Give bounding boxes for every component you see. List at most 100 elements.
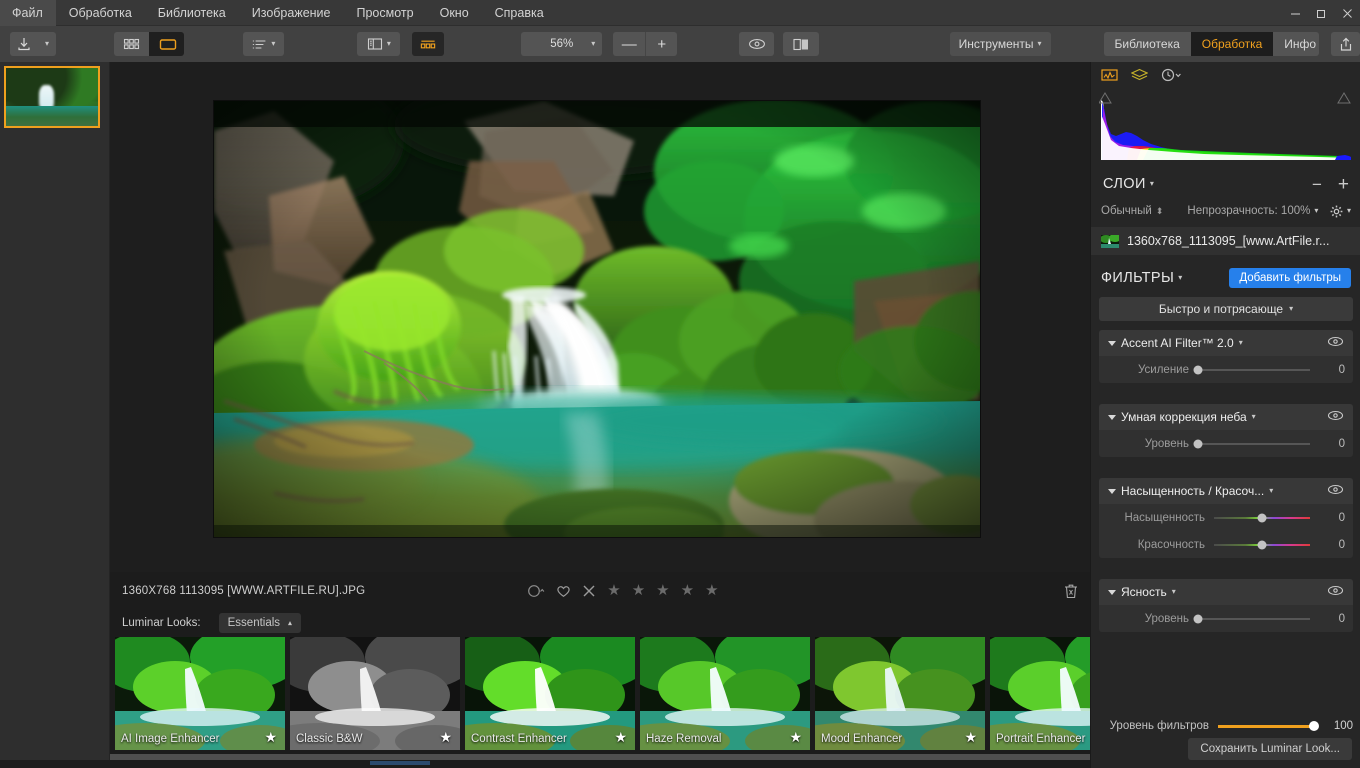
collapse-triangle-icon[interactable] (1108, 340, 1116, 346)
preview-toggle-button[interactable] (739, 32, 775, 56)
look-favorite-3[interactable]: ★ (789, 729, 802, 746)
edited-photo[interactable] (214, 101, 980, 537)
look-favorite-1[interactable]: ★ (439, 729, 452, 746)
filter-header-clarity[interactable]: Ясность ▾ (1099, 579, 1353, 605)
filter-menu-caret-icon[interactable]: ▾ (1252, 413, 1256, 421)
side-panel-button[interactable]: ▾ (357, 32, 401, 56)
compare-button[interactable] (783, 32, 819, 56)
reject-x-icon[interactable] (582, 584, 596, 598)
opacity-caret-icon[interactable]: ▾ (1314, 207, 1318, 215)
grid-view-icon[interactable] (114, 32, 150, 56)
blend-mode-value[interactable]: Обычный (1101, 205, 1152, 217)
menu-help[interactable]: Справка (482, 0, 557, 26)
menu-window[interactable]: Окно (427, 0, 482, 26)
filter-preset-dropdown[interactable]: Быстро и потрясающе ▾ (1099, 297, 1353, 321)
look-favorite-0[interactable]: ★ (264, 729, 277, 746)
filter-header-saturation-vibrance[interactable]: Насыщенность / Красоч... ▾ (1099, 478, 1353, 504)
filmstrip-button[interactable] (412, 32, 445, 56)
filters-level-knob[interactable] (1309, 721, 1319, 731)
opacity-label[interactable]: Непрозрачность: 100% (1187, 205, 1310, 217)
filmstrip-thumbnail-0[interactable] (4, 66, 100, 128)
histogram-icon[interactable] (1101, 68, 1118, 82)
import-dropdown-caret[interactable]: ▾ (38, 32, 56, 56)
layers-caret-icon[interactable]: ▾ (1150, 180, 1154, 188)
layers-stack-icon[interactable] (1131, 68, 1148, 82)
zoom-in-button[interactable]: + (645, 32, 678, 56)
zoom-level-select[interactable]: 56% ▾ (521, 32, 603, 56)
delete-photo-button[interactable] (1064, 583, 1078, 599)
look-favorite-4[interactable]: ★ (964, 729, 977, 746)
look-card-3[interactable]: Haze Removal ★ (640, 637, 810, 750)
menu-image[interactable]: Изображение (239, 0, 344, 26)
slider-track-saturation[interactable] (1214, 513, 1310, 522)
filters-caret-icon[interactable]: ▾ (1178, 274, 1182, 282)
star-3[interactable]: ★ (656, 583, 669, 598)
mode-info[interactable]: Инфо (1273, 32, 1320, 56)
slider-knob-clarity-amount[interactable] (1193, 614, 1203, 623)
menu-library[interactable]: Библиотека (145, 0, 239, 26)
filter-visibility-toggle-ai-sky[interactable] (1327, 408, 1344, 426)
minimize-icon[interactable] (1282, 0, 1308, 26)
remove-layer-button[interactable]: − (1312, 176, 1322, 193)
share-button[interactable] (1331, 32, 1360, 56)
maximize-icon[interactable] (1308, 0, 1334, 26)
slider-track-clarity-amount[interactable] (1193, 614, 1310, 623)
filter-header-ai-sky[interactable]: Умная коррекция неба ▾ (1099, 404, 1353, 430)
filter-visibility-toggle-accent-ai[interactable] (1327, 334, 1344, 352)
looks-category-caret-icon: ▾ (288, 619, 293, 628)
menu-file[interactable]: Файл (0, 0, 56, 26)
look-card-0[interactable]: AI Image Enhancer ★ (115, 637, 285, 750)
slider-knob-vibrance[interactable] (1257, 540, 1267, 549)
filter-menu-caret-icon[interactable]: ▾ (1269, 487, 1273, 495)
save-luminar-look-button[interactable]: Сохранить Luminar Look... (1188, 738, 1352, 760)
layer-settings-button[interactable]: ▾ (1330, 205, 1351, 218)
look-card-1[interactable]: Classic B&W ★ (290, 637, 460, 750)
slider-track-sky-amount[interactable] (1193, 439, 1310, 448)
tools-dropdown[interactable]: Инструменты ▾ (949, 32, 1051, 56)
collapse-triangle-icon[interactable] (1108, 414, 1116, 420)
menu-view[interactable]: Просмотр (344, 0, 427, 26)
import-button[interactable]: ▾ (10, 32, 57, 56)
download-icon[interactable] (10, 32, 38, 56)
filter-menu-caret-icon[interactable]: ▾ (1172, 588, 1176, 596)
filters-level-track[interactable] (1218, 721, 1319, 731)
filter-visibility-toggle-clarity[interactable] (1327, 583, 1344, 601)
mode-develop[interactable]: Обработка (1190, 32, 1274, 56)
collapse-triangle-icon[interactable] (1108, 589, 1116, 595)
blend-mode-stepper-icon[interactable]: ⬍ (1156, 206, 1164, 217)
close-icon[interactable] (1334, 0, 1360, 26)
slider-track-vibrance[interactable] (1214, 540, 1310, 549)
star-4[interactable]: ★ (681, 583, 694, 598)
flag-circle-icon[interactable] (527, 584, 545, 598)
filter-visibility-toggle-saturation[interactable] (1327, 482, 1344, 500)
look-favorite-2[interactable]: ★ (614, 729, 627, 746)
filter-header-accent-ai[interactable]: Accent AI Filter™ 2.0 ▾ (1099, 330, 1353, 356)
look-card-2[interactable]: Contrast Enhancer ★ (465, 637, 635, 750)
menu-develop[interactable]: Обработка (56, 0, 145, 26)
looks-category-dropdown[interactable]: Essentials ▾ (218, 613, 302, 633)
sort-button[interactable]: ▾ (243, 32, 285, 56)
layer-row[interactable]: 1360x768_1113095_[www.ArtFile.r... (1091, 227, 1360, 255)
star-2[interactable]: ★ (632, 583, 645, 598)
looks-scrollbar-thumb[interactable] (110, 754, 1090, 760)
mode-library[interactable]: Библиотека (1103, 32, 1191, 56)
collapse-triangle-icon[interactable] (1108, 488, 1116, 494)
zoom-out-button[interactable]: — (613, 32, 646, 56)
slider-knob-accent-amount[interactable] (1193, 365, 1203, 374)
filter-menu-caret-icon[interactable]: ▾ (1239, 339, 1243, 347)
clock-history-icon[interactable] (1161, 68, 1183, 82)
slider-knob-saturation[interactable] (1257, 513, 1267, 522)
add-layer-button[interactable]: + (1338, 175, 1349, 194)
image-canvas[interactable] (110, 62, 1090, 572)
looks-thumbnail-strip[interactable]: AI Image Enhancer ★ Classic B&W ★ Contra… (110, 637, 1160, 753)
heart-icon[interactable] (556, 584, 571, 598)
look-card-4[interactable]: Mood Enhancer ★ (815, 637, 985, 750)
star-1[interactable]: ★ (607, 583, 620, 598)
single-view-icon[interactable] (149, 32, 185, 56)
slider-knob-sky-amount[interactable] (1193, 439, 1203, 448)
star-5[interactable]: ★ (705, 583, 718, 598)
histogram-display (1099, 90, 1353, 160)
slider-track-accent-amount[interactable] (1193, 365, 1310, 374)
looks-horizontal-scrollbar[interactable] (110, 753, 1090, 761)
add-filters-button[interactable]: Добавить фильтры (1229, 268, 1351, 288)
